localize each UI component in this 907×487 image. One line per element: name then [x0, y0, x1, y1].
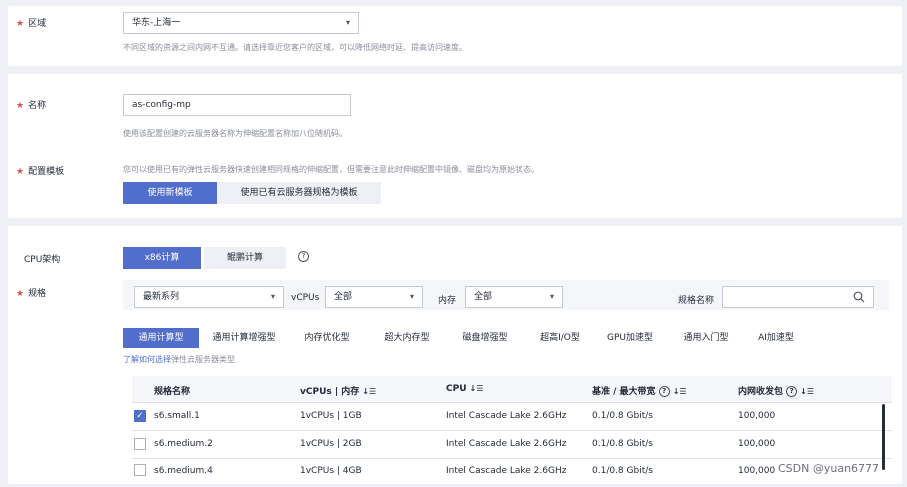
help-icon[interactable]: ? — [658, 386, 670, 397]
mem-value: 全部 — [474, 292, 493, 302]
csdn-watermark: CSDN @yuan6777 — [778, 462, 880, 475]
region-hint: 不同区域的资源之间内网不互通。请选择靠近您客户的区域，可以降低网络时延、提高访问… — [123, 43, 467, 52]
header-pps[interactable]: 内网收发包 ? ↓☰ — [738, 384, 814, 397]
learn-more-link[interactable]: 了解如何选择 — [123, 355, 171, 364]
row-checkbox[interactable] — [134, 438, 146, 450]
region-value: 华东-上海一 — [132, 18, 181, 28]
search-icon[interactable] — [853, 291, 865, 311]
series-value: 最新系列 — [143, 292, 180, 302]
tab-memory-optimized[interactable]: 内存优化型 — [292, 328, 362, 348]
name-input[interactable]: as-config-mp — [123, 94, 351, 116]
cell-cpu: Intel Cascade Lake 2.6GHz — [446, 411, 567, 421]
required-mark: ★ — [16, 289, 25, 299]
row-divider — [132, 402, 892, 403]
mem-label: 内存 — [438, 296, 457, 306]
header-bandwidth[interactable]: 基准 / 最大带宽 ? ↓☰ — [592, 384, 687, 397]
series-select[interactable]: 最新系列 ▾ — [134, 286, 284, 308]
chevron-down-icon: ▾ — [409, 292, 414, 301]
tab-large-memory[interactable]: 超大内存型 — [372, 328, 442, 348]
row-divider — [132, 430, 892, 431]
cell-bandwidth: 0.1/0.8 Gbit/s — [592, 466, 653, 476]
template-label: 配置模板 — [28, 167, 65, 177]
cell-bandwidth: 0.1/0.8 Gbit/s — [592, 439, 653, 449]
region-label-row: ★ 区域 — [16, 16, 46, 29]
sort-icon[interactable]: ↓☰ — [470, 384, 484, 393]
spec-label-row: ★ 规格 — [16, 286, 46, 299]
cell-spec-name: s6.medium.2 — [154, 439, 213, 449]
required-mark: ★ — [16, 101, 25, 111]
sort-icon[interactable]: ↓☰ — [362, 387, 376, 396]
name-hint: 使用该配置创建的云服务器名称为伸缩配置名称加八位随机码。 — [123, 129, 347, 138]
row-checkbox[interactable]: ✓ — [134, 410, 146, 422]
spec-name-search-input[interactable] — [722, 286, 874, 308]
x86-button[interactable]: x86计算 — [123, 247, 201, 269]
vcpus-label: vCPUs — [291, 293, 320, 303]
sort-icon[interactable]: ↓☰ — [673, 387, 687, 396]
learn-more-row: 了解如何选择弹性云服务器类型 — [123, 354, 235, 365]
new-template-button[interactable]: 使用新模板 — [123, 182, 217, 204]
tab-ai-accelerated[interactable]: AI加速型 — [748, 328, 804, 348]
cell-spec-name: s6.medium.4 — [154, 466, 213, 476]
template-label-row: ★ 配置模板 — [16, 164, 64, 177]
tab-ultra-io[interactable]: 超高I/O型 — [528, 328, 592, 348]
sort-icon[interactable]: ↓☰ — [800, 387, 814, 396]
cell-vcpu-mem: 1vCPUs | 2GB — [300, 439, 362, 449]
help-icon[interactable]: ? — [298, 251, 309, 262]
name-value: as-config-mp — [132, 100, 191, 110]
header-cpu[interactable]: CPU ↓☰ — [446, 384, 483, 394]
chevron-down-icon: ▾ — [549, 292, 554, 301]
cpu-arch-label: CPU架构 — [24, 255, 61, 265]
cell-vcpu-mem: 1vCPUs | 4GB — [300, 466, 362, 476]
vcpus-select[interactable]: 全部 ▾ — [325, 286, 423, 308]
required-mark: ★ — [16, 167, 25, 177]
header-spec-name: 规格名称 — [154, 387, 191, 397]
template-hint: 您可以使用已有的弹性云服务器快速创建相同规格的伸缩配置，但需要注意此时伸缩配置中… — [123, 165, 539, 174]
spec-label: 规格 — [28, 289, 47, 299]
cell-cpu: Intel Cascade Lake 2.6GHz — [446, 466, 567, 476]
chevron-down-icon: ▾ — [345, 18, 350, 27]
region-panel: ★ 区域 华东-上海一 ▾ 不同区域的资源之间内网不互通。请选择靠近您客户的区域，… — [8, 6, 902, 66]
region-label: 区域 — [28, 19, 47, 29]
help-icon[interactable]: ? — [786, 386, 798, 397]
chevron-down-icon: ▾ — [270, 292, 275, 301]
existing-template-button[interactable]: 使用已有云服务器规格为模板 — [217, 182, 381, 204]
table-scrollbar[interactable] — [882, 404, 885, 470]
cell-bandwidth: 0.1/0.8 Gbit/s — [592, 411, 653, 421]
name-label-row: ★ 名称 — [16, 98, 46, 111]
cell-spec-name: s6.small.1 — [154, 411, 200, 421]
kunpeng-button[interactable]: 鲲鹏计算 — [204, 247, 286, 269]
tab-general-compute[interactable]: 通用计算型 — [123, 328, 199, 348]
region-select[interactable]: 华东-上海一 ▾ — [123, 12, 359, 34]
required-mark: ★ — [16, 19, 25, 29]
row-divider — [132, 458, 892, 459]
cell-pps: 100,000 — [738, 466, 776, 476]
row-checkbox[interactable] — [134, 464, 146, 476]
mem-select[interactable]: 全部 ▾ — [465, 286, 563, 308]
spec-panel: CPU架构 x86计算 鲲鹏计算 ? ★ 规格 最新系列 ▾ vCPUs 全部 ▾… — [8, 226, 902, 484]
tab-disk-intensive[interactable]: 磁盘增强型 — [450, 328, 520, 348]
tab-general-compute-plus[interactable]: 通用计算增强型 — [204, 328, 284, 348]
cell-pps: 100,000 — [738, 439, 776, 449]
header-vcpu-mem[interactable]: vCPUs | 内存 ↓☰ — [300, 384, 376, 397]
spec-name-label: 规格名称 — [678, 296, 715, 306]
cell-cpu: Intel Cascade Lake 2.6GHz — [446, 439, 567, 449]
cell-pps: 100,000 — [738, 411, 776, 421]
learn-more-text: 弹性云服务器类型 — [171, 355, 235, 364]
name-label: 名称 — [28, 101, 47, 111]
tab-entry-level[interactable]: 通用入门型 — [674, 328, 738, 348]
vcpus-value: 全部 — [334, 292, 353, 302]
cell-vcpu-mem: 1vCPUs | 1GB — [300, 411, 362, 421]
tab-gpu[interactable]: GPU加速型 — [598, 328, 662, 348]
config-panel: ★ 名称 as-config-mp 使用该配置创建的云服务器名称为伸缩配置名称加八… — [8, 74, 902, 218]
